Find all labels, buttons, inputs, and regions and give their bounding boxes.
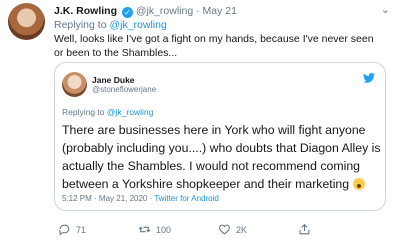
tweet-header: J.K. Rowling ✓ @jk_rowling · May 21: [54, 5, 237, 18]
reply-button[interactable]: 71: [58, 223, 86, 236]
author-avatar[interactable]: [8, 3, 45, 40]
replying-to: Replying to @jk_rowling: [54, 19, 167, 31]
separator-dot: ·: [196, 5, 200, 17]
replying-to-link[interactable]: @jk_rowling: [109, 19, 166, 31]
like-count: 2K: [236, 224, 248, 235]
quoted-author-avatar: [62, 72, 87, 97]
chevron-down-icon[interactable]: ⌄: [381, 3, 390, 16]
quoted-replying-to: Replying to @jk_rowling: [62, 107, 153, 117]
quoted-tweet-meta: 5:12 PM · May 21, 2020 · Twitter for And…: [62, 194, 219, 203]
retweet-icon: [138, 226, 151, 233]
quoted-replying-prefix: Replying to: [62, 107, 107, 117]
twitter-bird-icon: [363, 73, 375, 86]
retweet-count: 100: [156, 224, 172, 235]
reply-count: 71: [76, 224, 87, 235]
quoted-source-link[interactable]: Twitter for Android: [154, 194, 218, 203]
replying-prefix: Replying to: [54, 19, 110, 31]
heart-icon: [219, 224, 230, 235]
tweet-text: Well, looks like I've got a fight on my …: [54, 33, 374, 59]
author-handle[interactable]: @jk_rowling: [136, 5, 193, 17]
tweet-date[interactable]: May 21: [203, 5, 237, 17]
quoted-author-handle: @stoneflowerjane: [92, 85, 157, 94]
quoted-author-name: Jane Duke: [92, 75, 135, 85]
tweet-actions: 71 100 2K: [54, 223, 384, 239]
author-name[interactable]: J.K. Rowling: [54, 5, 117, 17]
reply-icon: [59, 224, 70, 236]
share-icon: [299, 223, 310, 235]
tweet: J.K. Rowling ✓ @jk_rowling · May 21 ⌄ Re…: [0, 0, 400, 245]
retweet-button[interactable]: 100: [138, 223, 171, 236]
quoted-tweet-text: There are businesses here in York who wi…: [62, 121, 382, 193]
quoted-timestamp: 5:12 PM · May 21, 2020 ·: [62, 194, 155, 203]
like-button[interactable]: 2K: [218, 223, 247, 236]
quoted-text-body: There are businesses here in York who wi…: [62, 123, 381, 191]
hushed-face-emoji-icon: [352, 178, 365, 190]
verified-badge-icon: ✓: [121, 7, 133, 18]
quoted-replying-link[interactable]: @jk_rowling: [107, 107, 153, 117]
quoted-tweet[interactable]: Jane Duke @stoneflowerjane Replying to @…: [54, 62, 386, 211]
share-button[interactable]: [298, 223, 311, 236]
